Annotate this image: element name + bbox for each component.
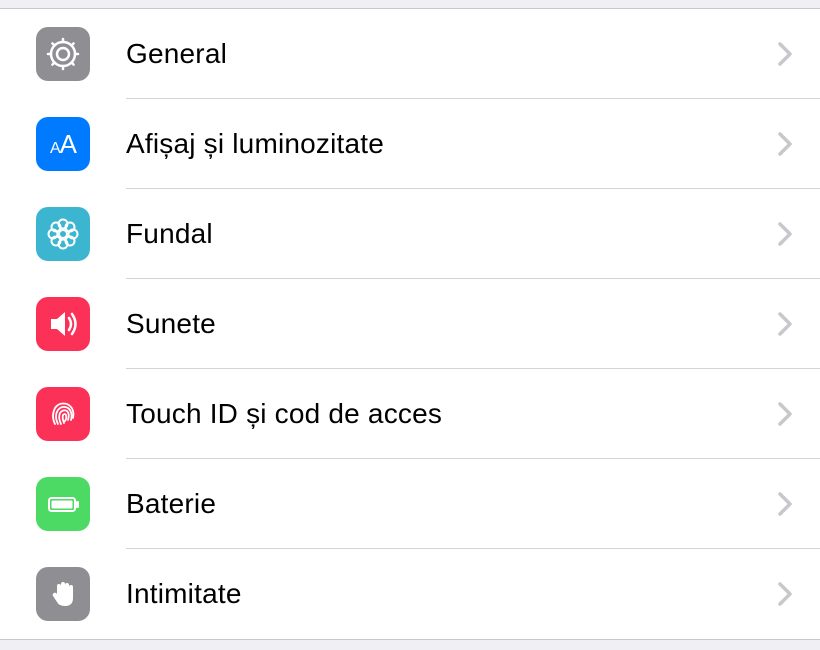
- chevron-right-icon: [778, 402, 792, 426]
- chevron-right-icon: [778, 132, 792, 156]
- settings-item-wallpaper[interactable]: Fundal: [0, 189, 820, 279]
- chevron-right-icon: [778, 42, 792, 66]
- settings-item-general[interactable]: General: [0, 9, 820, 99]
- settings-item-label: Intimitate: [126, 578, 778, 610]
- hand-icon: [36, 567, 90, 621]
- settings-list: General AA Afișaj și luminozitate Fundal…: [0, 8, 820, 640]
- speaker-icon: [36, 297, 90, 351]
- chevron-right-icon: [778, 222, 792, 246]
- settings-item-battery[interactable]: Baterie: [0, 459, 820, 549]
- settings-item-label: Sunete: [126, 308, 778, 340]
- settings-item-privacy[interactable]: Intimitate: [0, 549, 820, 639]
- settings-item-label: Fundal: [126, 218, 778, 250]
- settings-item-display[interactable]: AA Afișaj și luminozitate: [0, 99, 820, 189]
- chevron-right-icon: [778, 492, 792, 516]
- settings-item-label: Afișaj și luminozitate: [126, 128, 778, 160]
- gear-icon: [36, 27, 90, 81]
- settings-item-label: General: [126, 38, 778, 70]
- chevron-right-icon: [778, 312, 792, 336]
- chevron-right-icon: [778, 582, 792, 606]
- fingerprint-icon: [36, 387, 90, 441]
- flower-icon: [36, 207, 90, 261]
- settings-item-label: Touch ID și cod de acces: [126, 398, 778, 430]
- settings-item-touchid[interactable]: Touch ID și cod de acces: [0, 369, 820, 459]
- settings-item-label: Baterie: [126, 488, 778, 520]
- settings-item-sounds[interactable]: Sunete: [0, 279, 820, 369]
- battery-icon: [36, 477, 90, 531]
- text-size-icon: AA: [36, 117, 90, 171]
